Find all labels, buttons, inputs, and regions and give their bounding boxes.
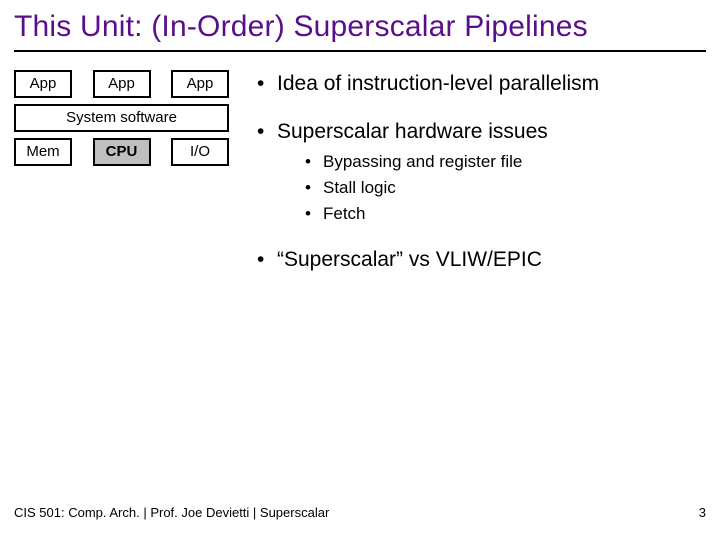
mem-box: Mem — [14, 138, 72, 166]
bullet-ilp-text: Idea of instruction-level parallelism — [277, 72, 599, 95]
sub-bullets: Bypassing and register file Stall logic … — [277, 152, 706, 224]
sub-stall: Stall logic — [305, 178, 706, 198]
bullet-hardware-text: Superscalar hardware issues — [277, 120, 548, 143]
system-software-row: System software — [14, 104, 229, 132]
content-area: App App App System software Mem CPU I/O … — [14, 70, 706, 296]
footer: CIS 501: Comp. Arch. | Prof. Joe Deviett… — [14, 505, 706, 520]
bullet-vliw-text: “Superscalar” vs VLIW/EPIC — [277, 248, 542, 271]
bullet-hardware: Superscalar hardware issues Bypassing an… — [255, 120, 706, 224]
io-box: I/O — [171, 138, 229, 166]
app-row: App App App — [14, 70, 229, 98]
bullet-list: Idea of instruction-level parallelism Su… — [255, 70, 706, 296]
system-software-box: System software — [14, 104, 229, 132]
app-box-3: App — [171, 70, 229, 98]
sub-bypass: Bypassing and register file — [305, 152, 706, 172]
page-number: 3 — [699, 505, 706, 520]
sub-fetch: Fetch — [305, 204, 706, 224]
hardware-row: Mem CPU I/O — [14, 138, 229, 166]
bullet-ilp: Idea of instruction-level parallelism — [255, 72, 706, 96]
bullet-vliw: “Superscalar” vs VLIW/EPIC — [255, 248, 706, 272]
app-box-1: App — [14, 70, 72, 98]
slide-title: This Unit: (In-Order) Superscalar Pipeli… — [14, 10, 706, 52]
cpu-box: CPU — [93, 138, 151, 166]
system-stack-diagram: App App App System software Mem CPU I/O — [14, 70, 229, 296]
footer-text: CIS 501: Comp. Arch. | Prof. Joe Deviett… — [14, 505, 329, 520]
app-box-2: App — [93, 70, 151, 98]
slide: This Unit: (In-Order) Superscalar Pipeli… — [0, 0, 720, 540]
